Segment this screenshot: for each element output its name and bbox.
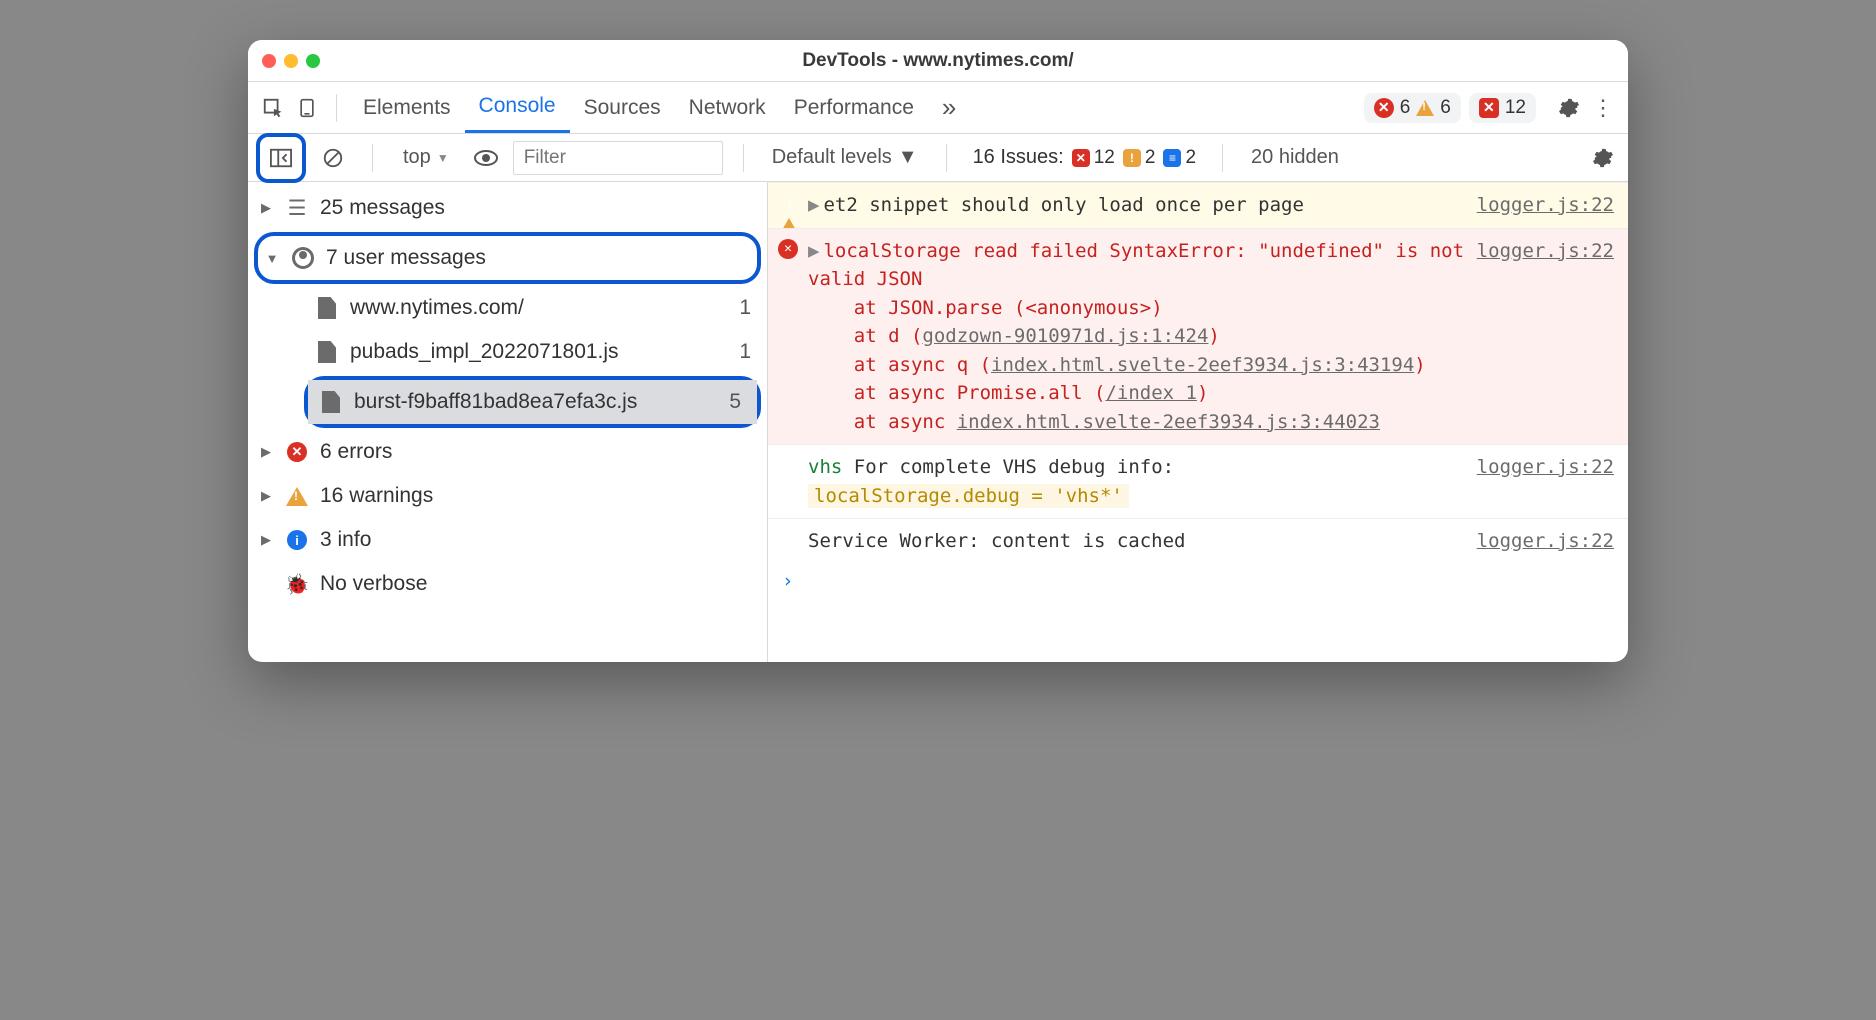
error-icon: ✕ bbox=[1374, 98, 1394, 118]
sidebar-user-messages[interactable]: ▼ 7 user messages bbox=[258, 236, 757, 280]
log-entry-error[interactable]: ✕ logger.js:22 ▶localStorage read failed… bbox=[768, 228, 1628, 445]
warning-icon bbox=[284, 487, 310, 506]
file-icon bbox=[318, 391, 344, 413]
sidebar-file-item[interactable]: pubads_impl_2022071801.js 1 bbox=[248, 330, 767, 374]
window-titlebar: DevTools - www.nytimes.com/ bbox=[248, 40, 1628, 82]
devtools-window: DevTools - www.nytimes.com/ Elements Con… bbox=[248, 40, 1628, 662]
chevron-right-icon: ▶ bbox=[258, 532, 274, 548]
source-link[interactable]: logger.js:22 bbox=[1477, 191, 1614, 220]
stack-link[interactable]: /index 1 bbox=[1105, 382, 1197, 404]
more-tabs-icon[interactable]: » bbox=[928, 82, 970, 133]
stack-link[interactable]: index.html.svelte-2eef3934.js:3:43194 bbox=[991, 354, 1414, 376]
exception-icon: ✕ bbox=[1479, 98, 1499, 118]
toggle-sidebar-icon[interactable] bbox=[262, 139, 300, 177]
tab-console[interactable]: Console bbox=[465, 82, 570, 133]
sidebar-file-item[interactable]: www.nytimes.com/ 1 bbox=[248, 286, 767, 330]
more-menu-icon[interactable]: ⋮ bbox=[1586, 91, 1620, 125]
stack-link[interactable]: index.html.svelte-2eef3934.js:3:44023 bbox=[957, 411, 1380, 433]
log-entry-warning[interactable]: logger.js:22 ▶et2 snippet should only lo… bbox=[768, 182, 1628, 228]
source-link[interactable]: logger.js:22 bbox=[1477, 453, 1614, 482]
filter-input[interactable] bbox=[513, 141, 723, 175]
main-tabstrip: Elements Console Sources Network Perform… bbox=[248, 82, 1628, 134]
sidebar-file-item-selected[interactable]: burst-f9baff81bad8ea7efa3c.js 5 bbox=[308, 380, 757, 424]
tab-network[interactable]: Network bbox=[675, 82, 780, 133]
settings-icon[interactable] bbox=[1552, 91, 1586, 125]
chevron-down-icon: ▼ bbox=[437, 151, 449, 165]
chevron-right-icon: ▶ bbox=[258, 200, 274, 216]
show-sidebar-highlight bbox=[256, 133, 306, 183]
console-toolbar: top▼ Default levels▼ 16 Issues: ✕12 !2 ≡… bbox=[248, 134, 1628, 182]
chevron-down-icon: ▼ bbox=[264, 251, 280, 266]
stack-link[interactable]: godzown-9010971d.js:1:424 bbox=[922, 325, 1208, 347]
tab-sources[interactable]: Sources bbox=[570, 82, 675, 133]
separator bbox=[946, 144, 947, 172]
error-icon: ✕ bbox=[284, 442, 310, 462]
chevron-down-icon: ▼ bbox=[898, 146, 918, 169]
info-icon: ≡ bbox=[1163, 149, 1181, 167]
warning-icon bbox=[1416, 100, 1434, 116]
console-log-pane: logger.js:22 ▶et2 snippet should only lo… bbox=[768, 182, 1628, 662]
selected-file-highlight: burst-f9baff81bad8ea7efa3c.js 5 bbox=[304, 376, 761, 428]
log-entry-info[interactable]: logger.js:22 Service Worker: content is … bbox=[768, 518, 1628, 564]
console-sidebar: ▶ ☰ 25 messages ▼ 7 user messages www.ny… bbox=[248, 182, 768, 662]
console-body: ▶ ☰ 25 messages ▼ 7 user messages www.ny… bbox=[248, 182, 1628, 662]
file-icon bbox=[314, 341, 340, 363]
separator bbox=[372, 144, 373, 172]
tab-elements[interactable]: Elements bbox=[349, 82, 465, 133]
file-icon bbox=[314, 297, 340, 319]
errors-warnings-pill[interactable]: ✕6 6 bbox=[1364, 93, 1461, 123]
live-expression-icon[interactable] bbox=[467, 139, 505, 177]
separator bbox=[1222, 144, 1223, 172]
user-messages-highlight: ▼ 7 user messages bbox=[254, 232, 761, 284]
hidden-messages[interactable]: 20 hidden bbox=[1243, 146, 1347, 169]
user-icon bbox=[290, 247, 316, 269]
separator bbox=[336, 94, 337, 122]
stack-trace: at JSON.parse (<anonymous>) at d (godzow… bbox=[808, 294, 1614, 437]
log-entry-vhs[interactable]: logger.js:22 vhs For complete VHS debug … bbox=[768, 444, 1628, 518]
chevron-right-icon: ▶ bbox=[258, 488, 274, 504]
expand-icon[interactable]: ▶ bbox=[808, 240, 819, 262]
log-levels-dropdown[interactable]: Default levels▼ bbox=[764, 146, 926, 169]
sidebar-verbose[interactable]: 🐞 No verbose bbox=[248, 562, 767, 606]
error-icon: ✕ bbox=[778, 239, 798, 259]
sidebar-messages[interactable]: ▶ ☰ 25 messages bbox=[248, 186, 767, 230]
chevron-right-icon: ▶ bbox=[258, 444, 274, 460]
expand-icon[interactable]: ▶ bbox=[808, 194, 819, 216]
sidebar-warnings[interactable]: ▶ 16 warnings bbox=[248, 474, 767, 518]
warning-icon bbox=[778, 193, 800, 222]
list-icon: ☰ bbox=[284, 196, 310, 221]
exceptions-pill[interactable]: ✕12 bbox=[1469, 93, 1536, 123]
warning-icon: ! bbox=[1123, 149, 1141, 167]
device-toggle-icon[interactable] bbox=[290, 91, 324, 125]
source-link[interactable]: logger.js:22 bbox=[1477, 237, 1614, 266]
sidebar-errors[interactable]: ▶ ✕ 6 errors bbox=[248, 430, 767, 474]
error-icon: ✕ bbox=[1072, 149, 1090, 167]
context-selector[interactable]: top▼ bbox=[393, 142, 459, 173]
source-link[interactable]: logger.js:22 bbox=[1477, 527, 1614, 556]
separator bbox=[743, 144, 744, 172]
issues-summary[interactable]: 16 Issues: ✕12 !2 ≡2 bbox=[967, 146, 1202, 169]
tab-performance[interactable]: Performance bbox=[780, 82, 928, 133]
sidebar-info[interactable]: ▶ i 3 info bbox=[248, 518, 767, 562]
console-settings-icon[interactable] bbox=[1586, 141, 1620, 175]
info-icon: i bbox=[284, 530, 310, 550]
bug-icon: 🐞 bbox=[284, 572, 310, 597]
window-title: DevTools - www.nytimes.com/ bbox=[248, 50, 1628, 72]
console-prompt[interactable]: › bbox=[768, 564, 1628, 598]
clear-console-icon[interactable] bbox=[314, 139, 352, 177]
inspect-element-icon[interactable] bbox=[256, 91, 290, 125]
